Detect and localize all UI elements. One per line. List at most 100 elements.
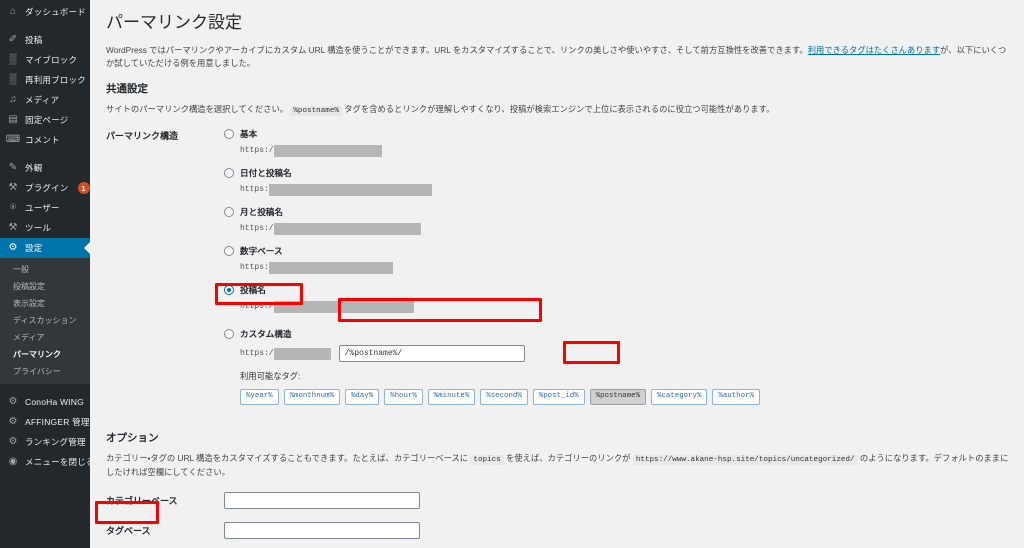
tag-button-monthnum[interactable]: %monthnum% — [283, 389, 340, 405]
category-base-row: カテゴリーベース — [106, 491, 1010, 509]
radio-line[interactable]: 基本 — [224, 127, 1010, 140]
submenu-label: メディア — [13, 333, 45, 342]
user-icon: ⍟ — [10, 202, 16, 213]
sidebar-item-my-blocks[interactable]: ▒ マイブロック — [0, 50, 90, 70]
sidebar-item-dashboard[interactable]: ⌂ ダッシュボード — [0, 2, 90, 22]
sidebar-item-label: 設定 — [25, 243, 43, 253]
page-icon: ▤ — [8, 114, 18, 125]
tag-button-second[interactable]: %second% — [480, 389, 528, 405]
available-tags-list: %year% %monthnum% %day% %hour% %minute% … — [240, 389, 1010, 405]
sidebar-item-media[interactable]: ♫ メディア — [0, 90, 90, 110]
category-base-input[interactable] — [224, 491, 420, 509]
permalink-option-post-name[interactable]: 投稿名 https:/ — [224, 283, 1010, 313]
url-preview-month-and-name: https:/ — [240, 222, 1010, 235]
permalink-structure-row: パーマリンク構造 基本 https:/ 日付と投稿名 https: 月と投稿名 … — [106, 127, 1010, 413]
tag-button-author[interactable]: %author% — [712, 389, 760, 405]
radio-line[interactable]: 日付と投稿名 — [224, 166, 1010, 179]
category-base-label: カテゴリーベース — [106, 495, 178, 506]
submenu-item-privacy[interactable]: プライバシー — [0, 363, 90, 380]
submenu-item-media[interactable]: メディア — [0, 329, 90, 346]
tag-base-input[interactable] — [224, 521, 420, 539]
custom-structure-row: https:/ — [240, 344, 1010, 363]
submenu-item-writing[interactable]: 投稿設定 — [0, 278, 90, 295]
tag-button-day[interactable]: %day% — [344, 389, 380, 405]
sidebar-item-appearance[interactable]: ✎ 外観 — [0, 158, 90, 178]
sidebar-item-settings[interactable]: ⚙ 設定 — [0, 238, 90, 258]
radio-month-and-name[interactable] — [224, 206, 234, 217]
submenu-label: 投稿設定 — [13, 282, 45, 291]
sidebar-item-label: 再利用ブロック — [25, 75, 86, 85]
sidebar-item-label: ユーザー — [25, 203, 60, 213]
tag-button-minute[interactable]: %minute% — [427, 389, 476, 405]
sidebar-item-posts[interactable]: ✐ 投稿 — [0, 30, 90, 50]
tag-button-postname[interactable]: %postname% — [589, 389, 647, 405]
sidebar-item-label: 投稿 — [25, 35, 43, 45]
page-intro-text: WordPress ではパーマリンクやアーカイブにカスタム URL 構造を使うこ… — [106, 44, 1010, 69]
radio-line[interactable]: カスタム構造 — [224, 327, 1010, 340]
submenu-item-reading[interactable]: 表示設定 — [0, 295, 90, 312]
permalink-option-numeric[interactable]: 数字ベース https: — [224, 244, 1010, 274]
tag-base-row: タグベース — [106, 521, 1010, 539]
radio-label: カスタム構造 — [240, 328, 292, 339]
url-preview-numeric: https: — [240, 261, 1010, 274]
sidebar-item-affinger-admin[interactable]: ⚙ AFFINGER 管理 — [0, 412, 90, 432]
radio-label: 基本 — [240, 128, 258, 139]
sidebar-item-conoha-wing[interactable]: ⚙ ConoHa WING — [0, 392, 90, 412]
url-prefix: https: — [240, 263, 269, 273]
available-tags-link[interactable]: 利用できるタグはたくさんあります — [808, 45, 940, 55]
permalink-structure-label: パーマリンク構造 — [106, 131, 179, 142]
dashboard-icon: ⌂ — [9, 6, 17, 17]
sidebar-item-label: マイブロック — [25, 55, 78, 65]
radio-label: 月と投稿名 — [240, 206, 283, 217]
permalink-option-plain[interactable]: 基本 https:/ — [224, 127, 1010, 157]
custom-structure-input[interactable] — [338, 345, 525, 363]
radio-line[interactable]: 投稿名 — [224, 283, 1010, 296]
sidebar-item-reusable-blocks[interactable]: ▒ 再利用ブロック — [0, 70, 90, 90]
permalink-option-month-and-name[interactable]: 月と投稿名 https:/ — [224, 205, 1010, 235]
tag-button-category[interactable]: %category% — [651, 389, 708, 405]
options-desc-part1: カテゴリー・タグの URL 構造をカスタマイズすることもできます。たとえば、カテ… — [106, 452, 469, 463]
redacted-url-bar — [273, 347, 331, 360]
redacted-url-bar — [273, 300, 414, 313]
sidebar-item-ranking-admin[interactable]: ⚙ ランキング管理 — [0, 432, 90, 452]
media-icon: ♫ — [9, 94, 17, 105]
sidebar-item-label: メニューを閉じる — [25, 457, 90, 467]
common-settings-heading: 共通設定 — [106, 82, 148, 95]
radio-label: 数字ベース — [240, 245, 283, 256]
collapse-menu-button[interactable]: ◉ メニューを閉じる — [0, 452, 90, 472]
sidebar-item-label: 外観 — [25, 163, 43, 173]
gear-icon: ⚙ — [8, 416, 18, 427]
url-prefix: https:/ — [240, 224, 274, 234]
gear-icon: ⚙ — [8, 436, 18, 447]
tag-button-year[interactable]: %year% — [240, 389, 279, 405]
tag-button-hour[interactable]: %hour% — [384, 389, 423, 405]
radio-post-name[interactable] — [224, 284, 234, 295]
sidebar-item-comments[interactable]: ⌨ コメント — [0, 130, 90, 150]
options-desc-part2: を使えば、カテゴリーのリンクが — [506, 452, 631, 463]
available-tags-label: 利用可能なタグ: — [240, 371, 301, 382]
sidebar-item-tools[interactable]: ⚒ ツール — [0, 218, 90, 238]
permalink-settings-page: パーマリンク設定 WordPress ではパーマリンクやアーカイブにカスタム U… — [90, 0, 1024, 548]
radio-plain[interactable] — [224, 128, 234, 139]
tag-button-post-id[interactable]: %post_id% — [532, 389, 585, 405]
radio-line[interactable]: 数字ベース — [224, 244, 1010, 257]
sidebar-item-plugins[interactable]: ⚒ プラグイン 1 — [0, 178, 90, 198]
submenu-item-discussion[interactable]: ディスカッション — [0, 312, 90, 329]
permalink-option-day-and-name[interactable]: 日付と投稿名 https: — [224, 166, 1010, 196]
radio-line[interactable]: 月と投稿名 — [224, 205, 1010, 218]
tag-base-label: タグベース — [106, 525, 151, 536]
sidebar-item-users[interactable]: ⍟ ユーザー — [0, 198, 90, 218]
radio-day-and-name[interactable] — [224, 167, 234, 178]
sidebar-item-label: AFFINGER 管理 — [25, 417, 90, 427]
redacted-url-bar — [273, 222, 421, 235]
postname-tag-code: %postname% — [290, 105, 342, 116]
radio-custom[interactable] — [224, 328, 234, 339]
submenu-item-permalink[interactable]: パーマリンク — [0, 346, 90, 363]
permalink-option-custom[interactable]: カスタム構造 https:/ 利用可能なタグ: %year% %monthnum… — [224, 327, 1010, 405]
submenu-label: 一般 — [13, 265, 29, 274]
sidebar-item-pages[interactable]: ▤ 固定ページ — [0, 110, 90, 130]
sidebar-group-secondary: ✎ 外観 ⚒ プラグイン 1 ⍟ ユーザー ⚒ ツール ⚙ 設定 — [0, 158, 90, 258]
blocks-icon: ▒ — [9, 74, 17, 85]
radio-numeric[interactable] — [224, 245, 234, 256]
submenu-item-general[interactable]: 一般 — [0, 261, 90, 278]
